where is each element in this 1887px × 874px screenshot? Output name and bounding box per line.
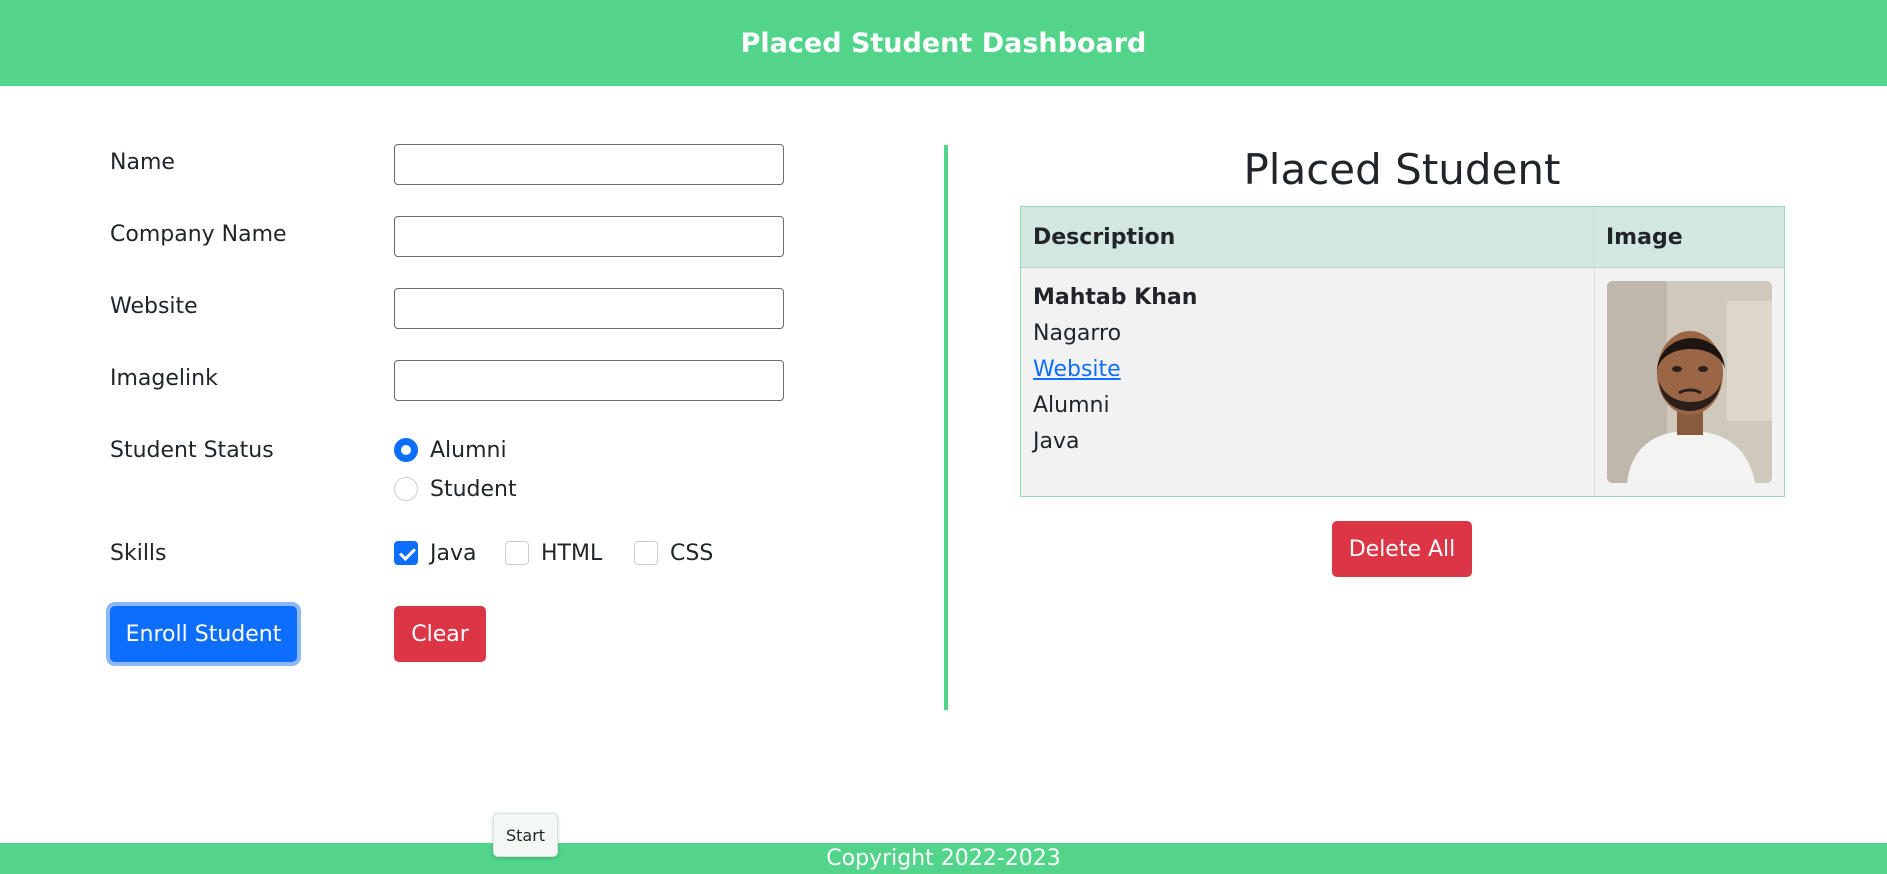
imagelink-input[interactable] (394, 360, 784, 401)
placed-student-title: Placed Student (1243, 145, 1561, 194)
radio-student-label[interactable]: Student (430, 477, 517, 502)
student-skills: Java (1033, 429, 1080, 454)
checkbox-css[interactable] (634, 541, 658, 565)
student-status: Alumni (1033, 393, 1110, 418)
checkbox-html-label[interactable]: HTML (541, 541, 602, 566)
name-label: Name (110, 150, 175, 175)
student-photo-image (1607, 281, 1772, 483)
name-input[interactable] (394, 144, 784, 185)
column-header-image: Image (1606, 225, 1683, 250)
page-header: Placed Student Dashboard (0, 0, 1887, 86)
website-label: Website (110, 294, 198, 319)
student-name: Mahtab Khan (1033, 285, 1198, 310)
enroll-student-button[interactable]: Enroll Student (110, 606, 297, 662)
company-name-input[interactable] (394, 216, 784, 257)
start-tooltip: Start (493, 813, 558, 857)
checkbox-java[interactable] (394, 541, 418, 565)
checkbox-html[interactable] (505, 541, 529, 565)
delete-all-button[interactable]: Delete All (1332, 521, 1472, 577)
page-title: Placed Student Dashboard (740, 27, 1147, 59)
vertical-divider (944, 145, 948, 710)
student-company: Nagarro (1033, 321, 1122, 346)
placed-student-table: Description Image Mahtab Khan Nagarro We… (1020, 206, 1785, 497)
company-name-label: Company Name (110, 222, 287, 247)
column-header-description: Description (1033, 225, 1176, 250)
checkbox-java-label[interactable]: Java (430, 541, 476, 566)
checkbox-css-label[interactable]: CSS (670, 541, 713, 566)
radio-student[interactable] (394, 477, 418, 501)
radio-alumni[interactable] (394, 438, 418, 462)
column-separator (1594, 207, 1595, 496)
table-header-row: Description Image (1021, 207, 1784, 268)
clear-button[interactable]: Clear (394, 606, 486, 662)
skills-label: Skills (110, 541, 167, 566)
student-status-label: Student Status (110, 438, 274, 463)
student-website-link[interactable]: Website (1033, 357, 1121, 382)
radio-alumni-label[interactable]: Alumni (430, 438, 507, 463)
student-photo (1607, 281, 1772, 483)
imagelink-label: Imagelink (110, 366, 218, 391)
copyright-text: Copyright 2022-2023 (826, 846, 1061, 871)
page-footer: Copyright 2022-2023 (0, 843, 1887, 874)
website-input[interactable] (394, 288, 784, 329)
